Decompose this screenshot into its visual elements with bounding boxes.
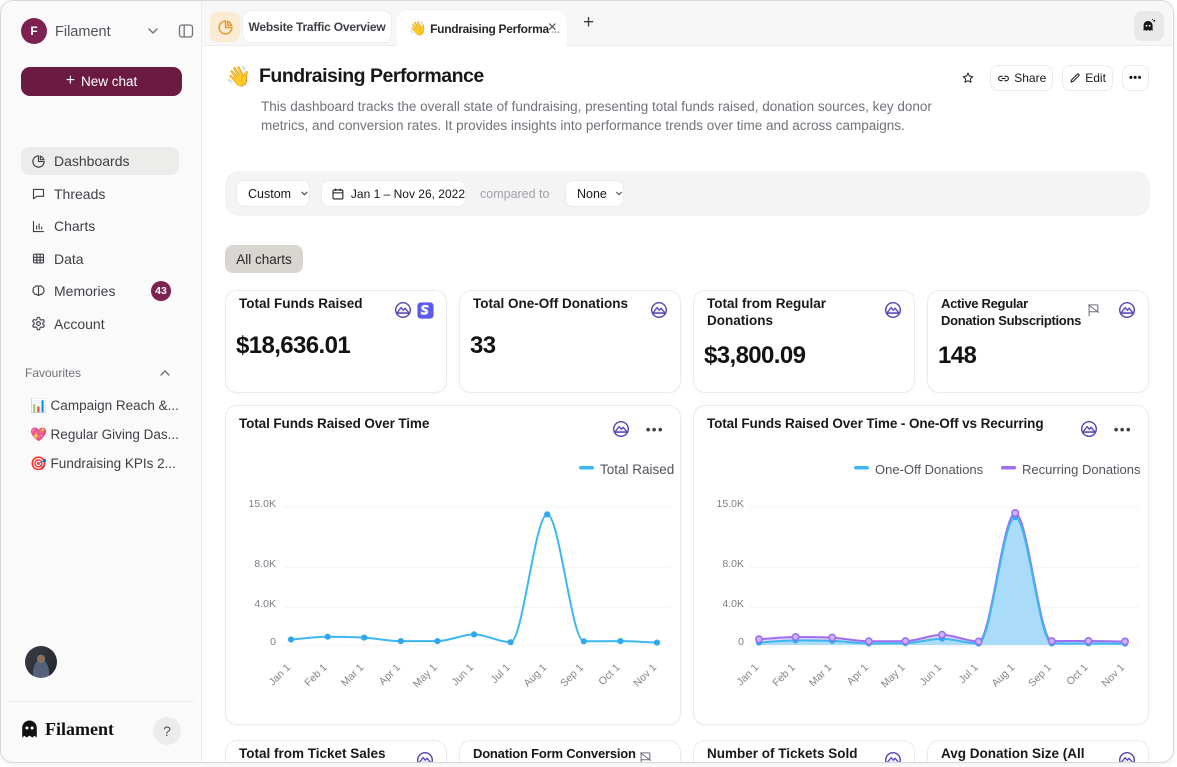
svg-text:Apr 1: Apr 1 xyxy=(377,662,403,688)
svg-text:May 1: May 1 xyxy=(411,662,440,691)
svg-text:Jul 1: Jul 1 xyxy=(489,662,513,686)
svg-text:Aug 1: Aug 1 xyxy=(989,662,1017,690)
svg-text:8.0K: 8.0K xyxy=(254,558,276,570)
svg-text:Jan 1: Jan 1 xyxy=(734,662,761,689)
svg-text:Total Raised: Total Raised xyxy=(600,462,674,477)
svg-text:4.0K: 4.0K xyxy=(722,598,744,610)
svg-text:Feb 1: Feb 1 xyxy=(770,662,798,690)
svg-text:Mar 1: Mar 1 xyxy=(807,662,835,690)
svg-text:Jan 1: Jan 1 xyxy=(266,662,293,689)
svg-text:Oct 1: Oct 1 xyxy=(1064,662,1090,688)
svg-text:Apr 1: Apr 1 xyxy=(845,662,871,688)
svg-text:Feb 1: Feb 1 xyxy=(302,662,330,690)
svg-text:Mar 1: Mar 1 xyxy=(339,662,367,690)
svg-text:0: 0 xyxy=(270,636,276,648)
svg-text:4.0K: 4.0K xyxy=(254,598,276,610)
svg-text:May 1: May 1 xyxy=(879,662,908,691)
svg-text:8.0K: 8.0K xyxy=(722,558,744,570)
svg-text:Jun 1: Jun 1 xyxy=(917,662,944,689)
svg-text:Aug 1: Aug 1 xyxy=(521,662,549,690)
svg-text:Oct 1: Oct 1 xyxy=(596,662,622,688)
svg-text:Jun 1: Jun 1 xyxy=(449,662,476,689)
svg-text:Sep 1: Sep 1 xyxy=(558,662,586,690)
svg-text:15.0K: 15.0K xyxy=(717,498,744,510)
svg-text:Sep 1: Sep 1 xyxy=(1026,662,1054,690)
svg-text:Nov 1: Nov 1 xyxy=(631,662,659,690)
svg-text:15.0K: 15.0K xyxy=(249,498,276,510)
svg-text:Jul 1: Jul 1 xyxy=(957,662,981,686)
svg-text:One-Off Donations: One-Off Donations xyxy=(875,462,984,477)
svg-text:Nov 1: Nov 1 xyxy=(1099,662,1127,690)
svg-text:Recurring Donations: Recurring Donations xyxy=(1022,462,1141,477)
svg-text:0: 0 xyxy=(738,636,744,648)
